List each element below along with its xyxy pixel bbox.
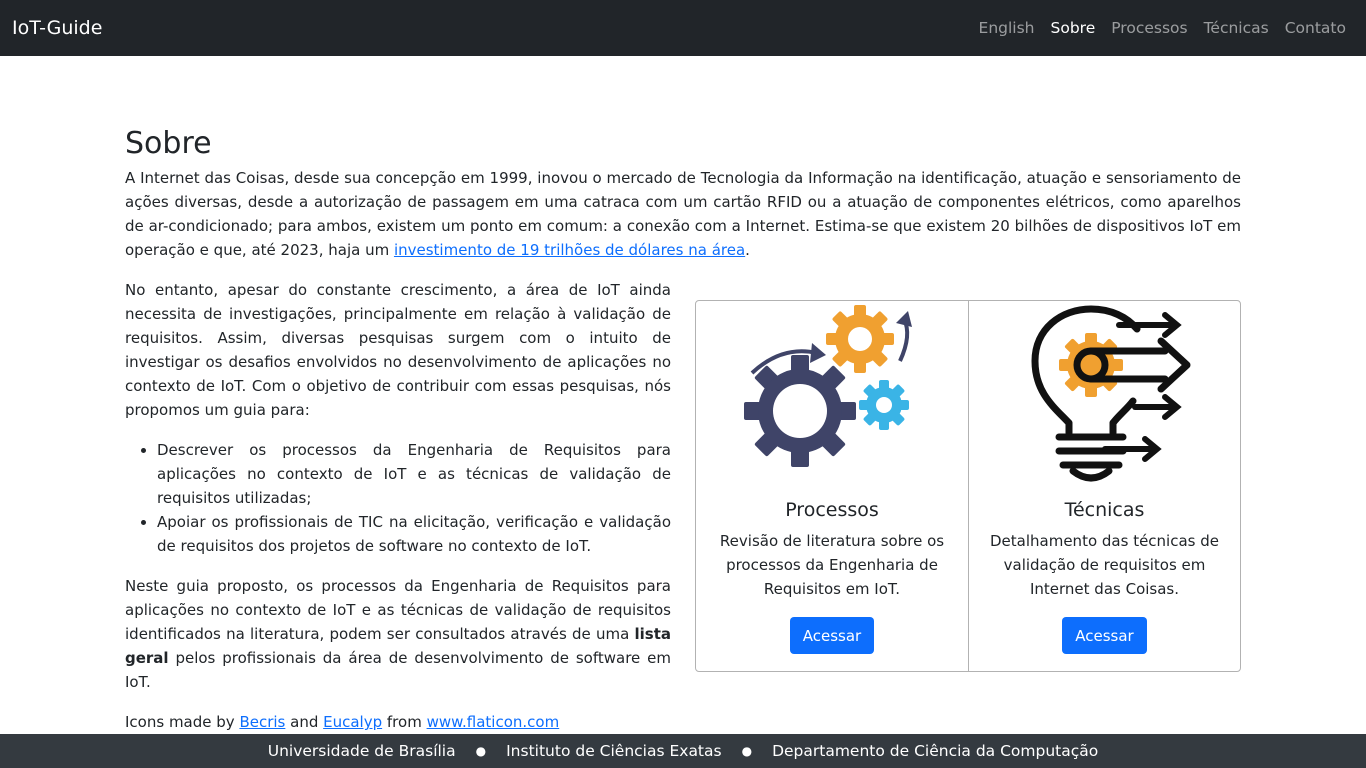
flaticon-link[interactable]: www.flaticon.com <box>427 713 560 731</box>
nav-link-processos[interactable]: Processos <box>1103 19 1195 37</box>
gears-icon <box>744 305 912 467</box>
left-column: No entanto, apesar do constante crescime… <box>125 278 671 750</box>
card-title: Técnicas <box>1064 499 1145 521</box>
footer-department: Departamento de Ciência da Computação <box>772 742 1099 760</box>
acessar-processos-button[interactable]: Acessar <box>789 617 875 654</box>
footer-institute: Instituto de Ciências Exatas <box>506 742 722 760</box>
card-group: Processos Revisão de literatura sobre os… <box>695 300 1241 672</box>
footer: Universidade de Brasília ● Instituto de … <box>0 734 1366 768</box>
guide-paragraph: Neste guia proposto, os processos da Eng… <box>125 574 671 694</box>
card-text: Detalhamento das técnicas de validação d… <box>990 532 1219 598</box>
becris-link[interactable]: Becris <box>239 713 285 731</box>
eucalyp-link[interactable]: Eucalyp <box>323 713 382 731</box>
page-title: Sobre <box>125 126 212 161</box>
list-item: Apoiar os profissionais de TIC na elicit… <box>157 510 671 558</box>
footer-university: Universidade de Brasília <box>267 742 456 760</box>
intro-end: . <box>745 241 750 259</box>
guide-text-end: pelos profissionais da área de desenvolv… <box>125 649 671 691</box>
footer-separator: ● <box>475 744 487 758</box>
acessar-tecnicas-button[interactable]: Acessar <box>1062 617 1147 654</box>
nav-link-english[interactable]: English <box>971 19 1043 37</box>
nav-link-sobre[interactable]: Sobre <box>1043 19 1104 37</box>
lightbulb-arrows-icon <box>1030 305 1190 482</box>
intro-paragraph: A Internet das Coisas, desde sua concepç… <box>125 166 1241 262</box>
main-content: Sobre A Internet das Coisas, desde sua c… <box>125 120 1241 750</box>
top-navbar: IoT-Guide English Sobre Processos Técnic… <box>0 0 1366 56</box>
card-text: Revisão de literatura sobre os processos… <box>719 532 945 598</box>
card-processos: Processos Revisão de literatura sobre os… <box>696 301 968 671</box>
challenge-paragraph: No entanto, apesar do constante crescime… <box>125 281 671 419</box>
nav-links: English Sobre Processos Técnicas Contato <box>971 0 1354 56</box>
credits-prefix: Icons made by <box>125 713 240 731</box>
credits-from: from <box>382 713 427 731</box>
guide-text: Neste guia proposto, os processos da Eng… <box>125 577 671 643</box>
list-item: Descrever os processos da Engenharia de … <box>157 438 671 510</box>
content-row: No entanto, apesar do constante crescime… <box>125 278 1241 750</box>
footer-separator: ● <box>741 744 753 758</box>
goals-list: Descrever os processos da Engenharia de … <box>125 438 671 558</box>
nav-link-tecnicas[interactable]: Técnicas <box>1196 19 1277 37</box>
brand-link[interactable]: IoT-Guide <box>12 17 102 39</box>
card-tecnicas: Técnicas Detalhamento das técnicas de va… <box>968 301 1240 671</box>
card-title: Processos <box>785 499 879 521</box>
investment-link[interactable]: investimento de 19 trilhões de dólares n… <box>394 241 745 259</box>
credits-and: and <box>285 713 324 731</box>
nav-link-contato[interactable]: Contato <box>1277 19 1354 37</box>
credits-paragraph: Icons made by Becris and Eucalyp from ww… <box>125 710 671 734</box>
